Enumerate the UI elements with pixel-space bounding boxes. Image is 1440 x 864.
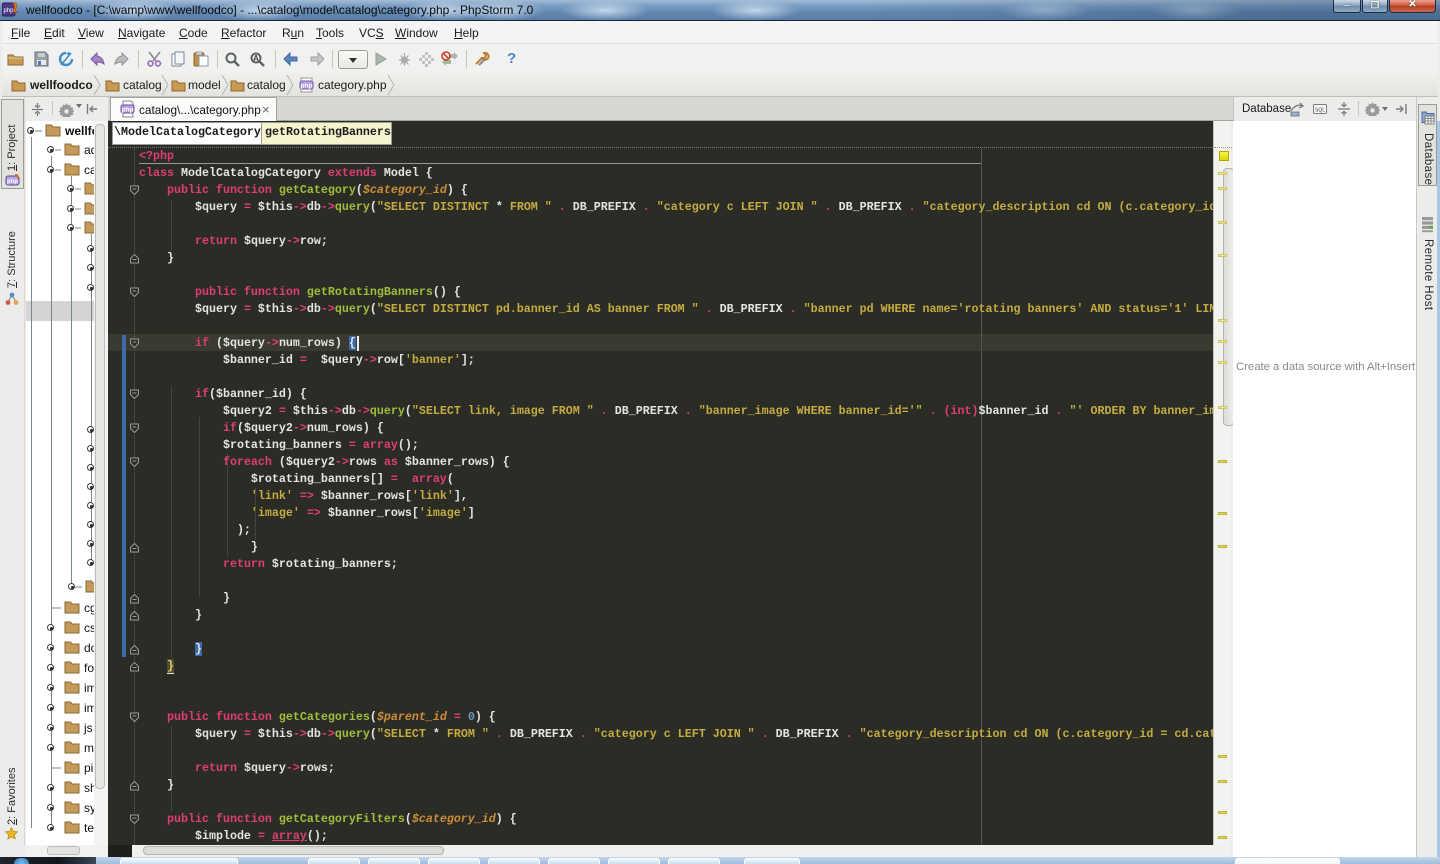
svg-text:A: A bbox=[253, 54, 259, 63]
svg-text:php: php bbox=[122, 107, 134, 114]
svg-text:php: php bbox=[7, 179, 18, 185]
svg-text:php: php bbox=[3, 8, 14, 14]
svg-text:php: php bbox=[301, 83, 313, 90]
svg-text:SQL: SQL bbox=[1315, 108, 1325, 114]
